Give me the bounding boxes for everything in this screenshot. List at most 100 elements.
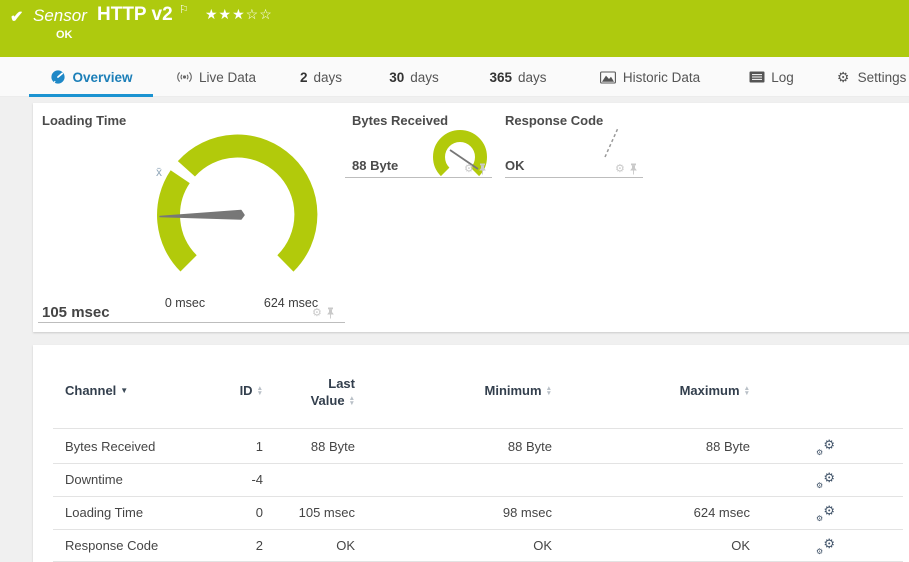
- tab-365-days[interactable]: 365 days: [478, 57, 558, 97]
- tab-365-days-unit: days: [518, 70, 547, 85]
- channel-last-value: 105 msec: [265, 496, 355, 529]
- prtg-sensor-page: ✔ Sensor HTTP v2 ⚐ ★★★☆☆ OK Overview Liv…: [0, 0, 909, 562]
- channel-id: 2: [173, 529, 263, 562]
- tab-live-data[interactable]: Live Data: [168, 57, 264, 97]
- tab-30-days[interactable]: 30 days: [378, 57, 450, 97]
- channel-settings-gears-icon[interactable]: ⚙⚙: [816, 537, 836, 555]
- channel-maximum: [660, 463, 750, 496]
- settings-gear-icon: ⚙: [835, 69, 852, 85]
- sensor-status-header: ✔ Sensor HTTP v2 ⚐ ★★★☆☆ OK: [0, 0, 909, 57]
- sensor-status-badge: OK: [56, 29, 73, 41]
- channel-name-link[interactable]: Response Code: [65, 529, 158, 562]
- tab-settings[interactable]: ⚙ Settings: [832, 57, 909, 97]
- loading-time-widget-actions: ⚙: [312, 307, 335, 319]
- table-row: Bytes Received 1 88 Byte 88 Byte 88 Byte…: [33, 430, 909, 463]
- log-list-icon: [748, 69, 765, 85]
- channel-settings-gears-icon[interactable]: ⚙⚙: [816, 438, 836, 456]
- bytes-received-value: 88 Byte: [352, 158, 398, 173]
- channel-id: 1: [173, 430, 263, 463]
- column-header-maximum[interactable]: Maximum ▲▼: [660, 383, 750, 398]
- response-code-gauge: [595, 120, 635, 165]
- historic-chart-icon: [600, 69, 617, 85]
- table-row: Response Code 2 OK OK OK ⚙⚙: [33, 529, 909, 562]
- tab-365-days-number: 365: [489, 70, 512, 85]
- tab-2-days-number: 2: [300, 70, 308, 85]
- widget-gear-icon[interactable]: ⚙: [464, 164, 474, 174]
- tab-2-days-unit: days: [313, 70, 342, 85]
- tab-bar: Overview Live Data 2 days 30 days 365 da…: [0, 57, 909, 97]
- section-divider: [345, 177, 492, 178]
- sort-icons: ▲▼: [744, 386, 750, 396]
- channel-id: 0: [173, 496, 263, 529]
- channel-minimum: 98 msec: [462, 496, 552, 529]
- column-header-id[interactable]: ID ▲▼: [173, 383, 263, 398]
- average-marker: x̄: [156, 165, 162, 179]
- sensor-title: HTTP v2: [97, 4, 173, 26]
- active-tab-underline: [29, 94, 153, 97]
- header-divider: [53, 428, 903, 429]
- tab-30-days-number: 30: [389, 70, 404, 85]
- column-header-channel[interactable]: Channel ▼: [65, 383, 128, 398]
- gauge-min-label: 0 msec: [135, 296, 235, 310]
- section-divider: [38, 322, 345, 323]
- table-row: Loading Time 0 105 msec 98 msec 624 msec…: [33, 496, 909, 529]
- table-row: Downtime -4 ⚙⚙: [33, 463, 909, 496]
- live-data-icon: [176, 69, 193, 85]
- tab-30-days-unit: days: [410, 70, 439, 85]
- tab-2-days[interactable]: 2 days: [290, 57, 352, 97]
- channel-settings-gears-icon[interactable]: ⚙⚙: [816, 504, 836, 522]
- column-header-last-value[interactable]: Last Value ▲▼: [265, 375, 355, 409]
- table-header-row: Channel ▼ ID ▲▼ Last Value ▲▼ Minimum ▲▼…: [33, 345, 909, 428]
- sort-icons: ▲▼: [257, 386, 263, 396]
- tab-live-data-label: Live Data: [199, 70, 256, 85]
- loading-time-gauge: [147, 125, 337, 295]
- response-code-widget-actions: ⚙: [615, 163, 638, 175]
- channel-minimum: [462, 463, 552, 496]
- section-divider: [505, 177, 643, 178]
- channel-maximum: 624 msec: [660, 496, 750, 529]
- channel-name-link[interactable]: Downtime: [65, 463, 123, 496]
- tab-log[interactable]: Log: [738, 57, 804, 97]
- bytes-received-widget-actions: ⚙: [464, 163, 487, 175]
- channels-table-panel: Channel ▼ ID ▲▼ Last Value ▲▼ Minimum ▲▼…: [33, 345, 909, 562]
- object-kind-label: Sensor: [33, 6, 87, 26]
- channel-name-link[interactable]: Loading Time: [65, 496, 143, 529]
- favorite-flag-icon[interactable]: ⚐: [179, 3, 189, 16]
- widget-gear-icon[interactable]: ⚙: [312, 308, 322, 318]
- widget-pin-icon[interactable]: [629, 163, 638, 175]
- channel-last-value: [265, 463, 355, 496]
- tab-historic-data[interactable]: Historic Data: [592, 57, 708, 97]
- column-header-minimum[interactable]: Minimum ▲▼: [462, 383, 552, 398]
- gauge-needle: [605, 128, 618, 157]
- tab-overview-label: Overview: [72, 70, 132, 85]
- gauges-panel: Loading Time x̄ 0 msec 624 msec 105 msec…: [33, 103, 909, 332]
- channel-maximum: OK: [660, 529, 750, 562]
- bytes-received-gauge: [430, 127, 494, 189]
- channel-minimum: OK: [462, 529, 552, 562]
- widget-gear-icon[interactable]: ⚙: [615, 164, 625, 174]
- tab-overview[interactable]: Overview: [29, 57, 153, 97]
- channel-last-value: 88 Byte: [265, 430, 355, 463]
- sort-desc-icon: ▼: [120, 386, 128, 395]
- sort-icons: ▲▼: [349, 396, 355, 406]
- channel-maximum: 88 Byte: [660, 430, 750, 463]
- gauge-icon: [49, 69, 66, 85]
- channel-last-value: OK: [265, 529, 355, 562]
- tab-settings-label: Settings: [858, 70, 907, 85]
- status-ok-check-icon: ✔: [10, 7, 23, 27]
- channel-settings-gears-icon[interactable]: ⚙⚙: [816, 471, 836, 489]
- channel-minimum: 88 Byte: [462, 430, 552, 463]
- response-code-gauge-title: Response Code: [505, 113, 603, 128]
- tab-historic-data-label: Historic Data: [623, 70, 700, 85]
- bytes-received-gauge-title: Bytes Received: [352, 113, 448, 128]
- tab-log-label: Log: [771, 70, 794, 85]
- sort-icons: ▲▼: [546, 386, 552, 396]
- priority-stars[interactable]: ★★★☆☆: [205, 6, 273, 23]
- channel-name-link[interactable]: Bytes Received: [65, 430, 155, 463]
- channel-id: -4: [173, 463, 263, 496]
- loading-time-value: 105 msec: [42, 304, 110, 321]
- response-code-value: OK: [505, 158, 525, 173]
- loading-time-gauge-title: Loading Time: [42, 113, 126, 128]
- widget-pin-icon[interactable]: [326, 307, 335, 319]
- widget-pin-icon[interactable]: [478, 163, 487, 175]
